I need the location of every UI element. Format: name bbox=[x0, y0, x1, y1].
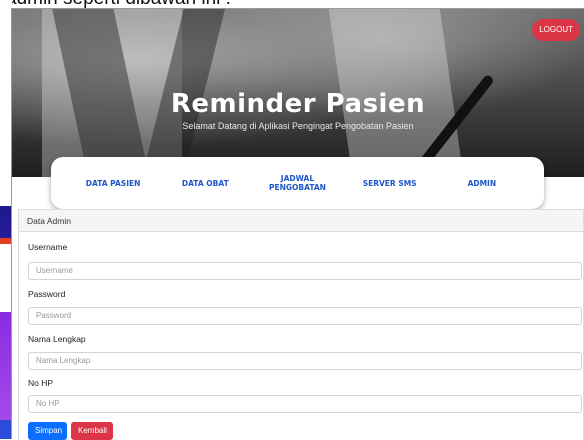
nav-item-jadwal-pengobatan[interactable]: JADWAL PENGOBATAN bbox=[257, 174, 337, 192]
page-subtitle: Selamat Datang di Aplikasi Pengingat Pen… bbox=[182, 121, 414, 131]
back-button[interactable]: Kembali bbox=[71, 422, 113, 440]
page-title: Reminder Pasien bbox=[170, 89, 426, 119]
admin-form-card: Data Admin Username Username Password Pa… bbox=[18, 209, 584, 440]
logout-button[interactable]: LOGOUT bbox=[532, 19, 580, 41]
password-input[interactable]: Password bbox=[28, 307, 582, 325]
nav-item-data-obat[interactable]: DATA OBAT bbox=[165, 179, 245, 188]
browser-page: LOGOUT Reminder Pasien Selamat Datang di… bbox=[11, 8, 584, 440]
no-hp-label: No HP bbox=[28, 378, 54, 388]
nama-lengkap-label: Nama Lengkap bbox=[28, 334, 86, 344]
password-label: Password bbox=[28, 289, 66, 299]
save-button[interactable]: Simpan bbox=[28, 422, 67, 440]
nav-item-data-pasien[interactable]: DATA PASIEN bbox=[73, 179, 153, 188]
hero-banner: LOGOUT Reminder Pasien Selamat Datang di… bbox=[12, 9, 584, 177]
nama-lengkap-input[interactable]: Nama Lengkap bbox=[28, 352, 582, 370]
username-input[interactable]: Username bbox=[28, 262, 582, 280]
username-label: Username bbox=[28, 242, 68, 252]
card-title: Data Admin bbox=[19, 210, 583, 232]
nav-item-server-sms[interactable]: SERVER SMS bbox=[350, 179, 430, 188]
no-hp-input[interactable]: No HP bbox=[28, 395, 582, 413]
main-nav: DATA PASIEN DATA OBAT JADWAL PENGOBATAN … bbox=[51, 157, 544, 209]
nav-item-admin[interactable]: ADMIN bbox=[442, 179, 522, 188]
